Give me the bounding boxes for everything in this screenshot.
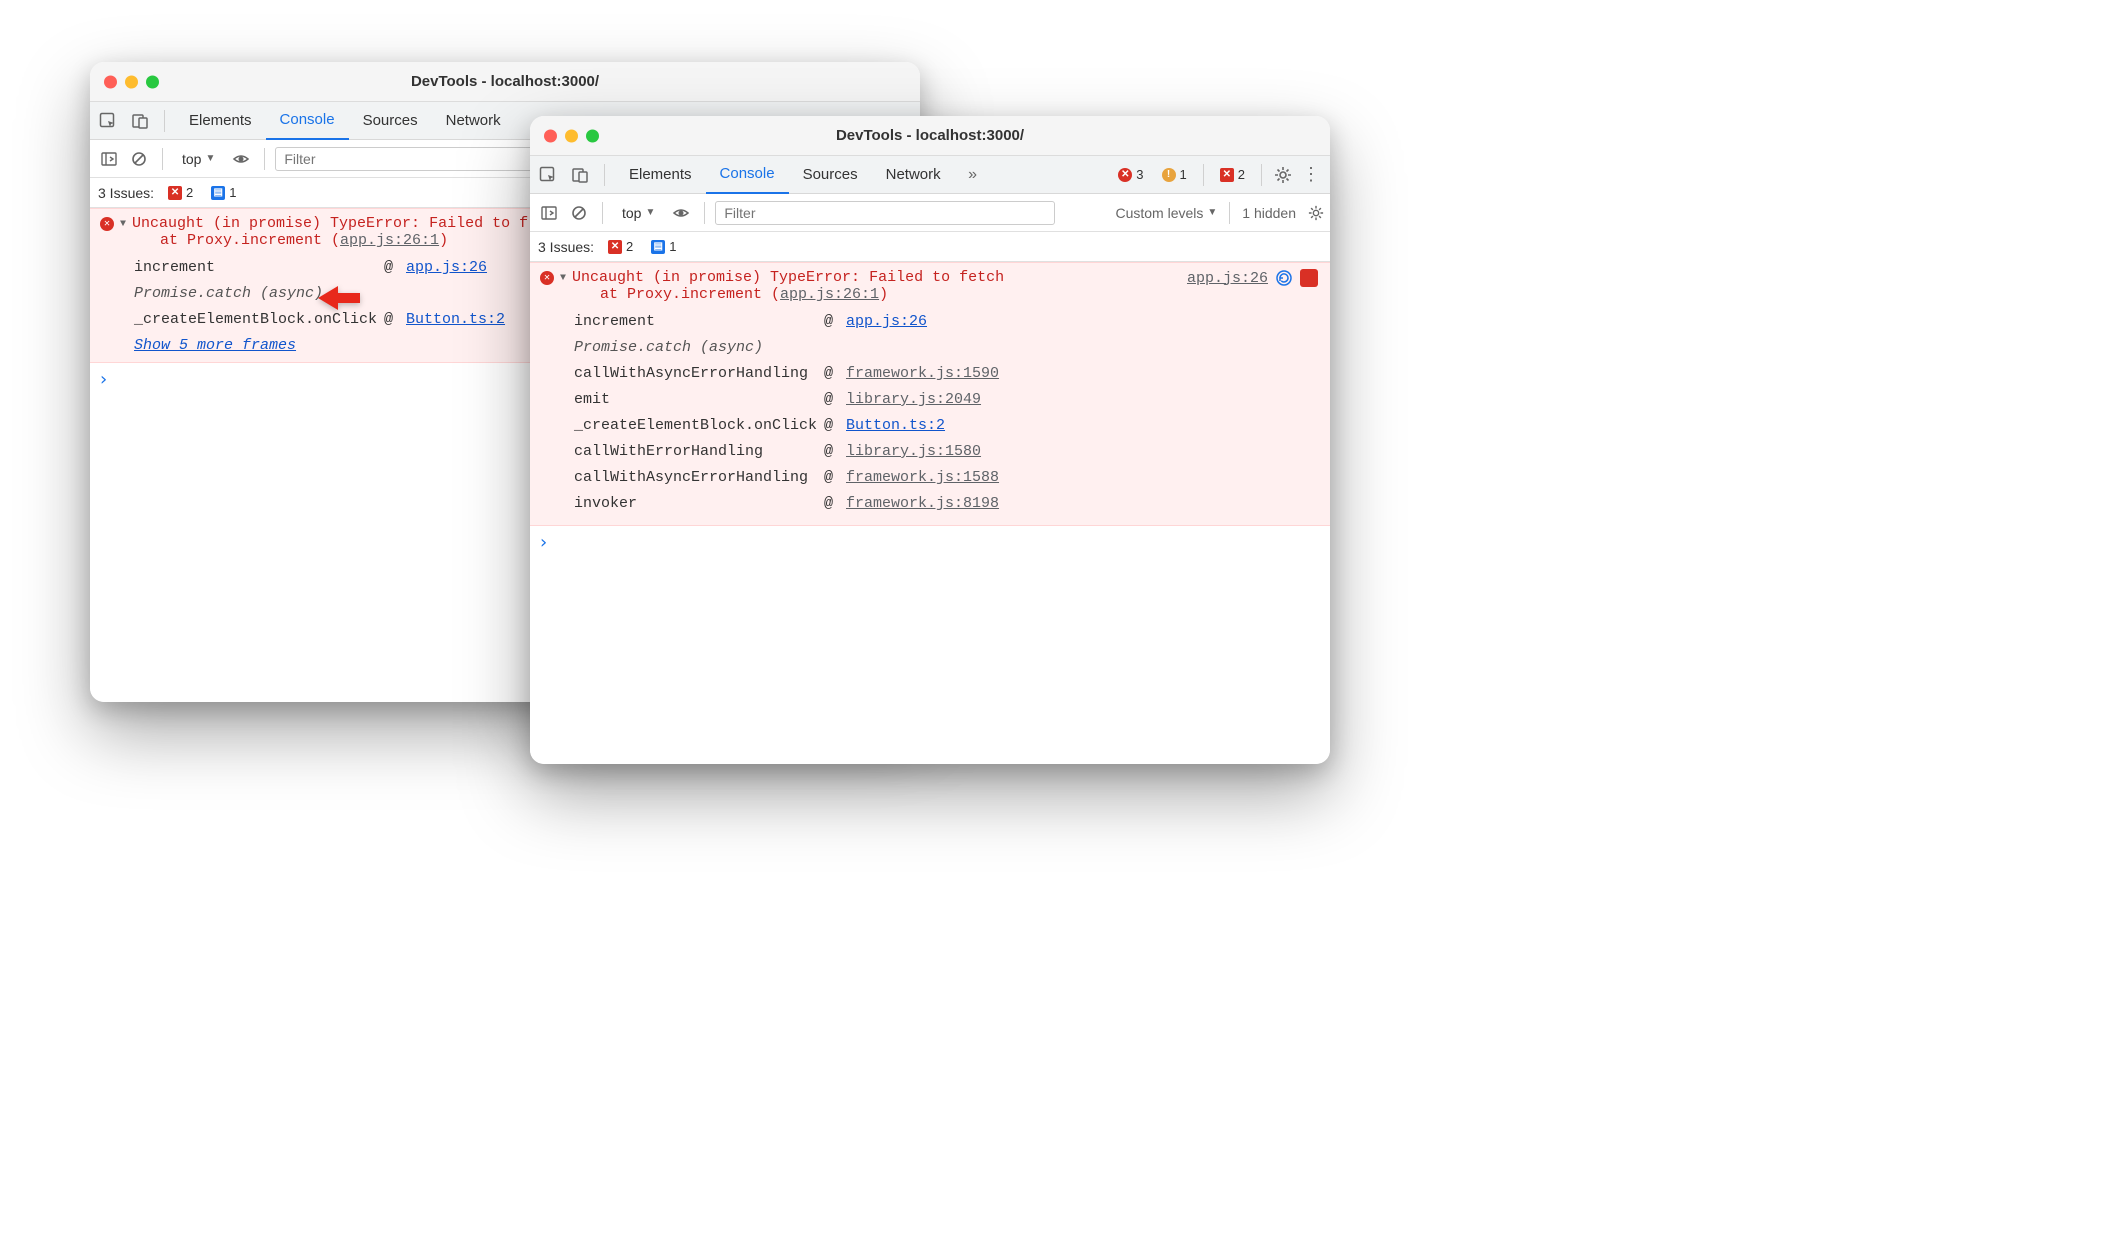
error-icon: ✕ [540,271,554,285]
stack-source-link[interactable]: framework.js:1590 [846,361,999,387]
stack-source-link[interactable]: Button.ts:2 [846,413,945,439]
error-source-link[interactable]: app.js:26:1 [780,286,879,303]
disclosure-triangle-icon[interactable]: ▼ [120,219,126,230]
issues-messages[interactable]: ▤1 [647,238,680,255]
console-sidebar-toggle-icon[interactable] [96,146,122,172]
issues-label[interactable]: 3 Issues: [538,239,594,255]
stack-async-boundary: Promise.catch (async) [574,335,1320,361]
tab-network[interactable]: Network [872,156,955,194]
chat-badge-icon[interactable] [1300,269,1318,287]
titlebar: DevTools - localhost:3000/ [530,116,1330,156]
issues-errors[interactable]: ✕2 [604,238,637,255]
chevron-down-icon: ▼ [205,153,215,164]
stack-frame: callWithAsyncErrorHandling@framework.js:… [574,361,1320,387]
error-message-line2: at Proxy.increment (app.js:26:1) [572,286,1004,303]
window-title: DevTools - localhost:3000/ [411,73,599,90]
error-source-link[interactable]: app.js:26:1 [340,232,439,249]
log-levels-selector[interactable]: Custom levels▼ [1115,205,1217,221]
stack-source-link[interactable]: framework.js:8198 [846,491,999,517]
stack-source-link[interactable]: app.js:26 [406,255,487,281]
panel-tabs: Elements Console Sources Network » ✕3 !1… [530,156,1330,194]
errors-badge[interactable]: ✕3 [1114,166,1147,183]
warnings-badge[interactable]: !1 [1158,166,1191,183]
tab-sources[interactable]: Sources [789,156,872,194]
hidden-count[interactable]: 1 hidden [1242,205,1296,221]
device-toggle-icon[interactable] [566,161,594,189]
error-message-line1: Uncaught (in promise) TypeError: Failed … [572,269,1004,286]
devtools-window-expanded: DevTools - localhost:3000/ Elements Cons… [530,116,1330,764]
error-message-line2: at Proxy.increment (app.js:26:1) [132,232,528,249]
issues-messages[interactable]: ▤1 [207,184,240,201]
tab-elements[interactable]: Elements [175,102,266,140]
issues-badge[interactable]: ✕2 [1216,166,1249,183]
stack-source-link[interactable]: app.js:26 [846,309,927,335]
stack-source-link[interactable]: Button.ts:2 [406,307,505,333]
error-message-line1: Uncaught (in promise) TypeError: Failed … [132,215,528,232]
more-tabs-icon[interactable]: » [959,161,987,189]
tab-elements[interactable]: Elements [615,156,706,194]
stack-frame: callWithAsyncErrorHandling@framework.js:… [574,465,1320,491]
live-expression-icon[interactable] [228,146,254,172]
console-toolbar: top▼ Custom levels▼ 1 hidden [530,194,1330,232]
minimize-button[interactable] [565,129,578,142]
stack-source-link[interactable]: framework.js:1588 [846,465,999,491]
stack-frame: invoker@framework.js:8198 [574,491,1320,517]
inspect-icon[interactable] [534,161,562,189]
maximize-button[interactable] [146,75,159,88]
window-title: DevTools - localhost:3000/ [836,127,1024,144]
annotation-arrow [316,282,362,314]
traffic-lights [104,75,159,88]
stack-frame: _createElementBlock.onClick@Button.ts:2 [574,413,1320,439]
kebab-menu-icon[interactable]: ⋮ [1302,164,1320,185]
tab-sources[interactable]: Sources [349,102,432,140]
issues-errors[interactable]: ✕2 [164,184,197,201]
context-selector[interactable]: top▼ [173,148,224,170]
console-error: app.js:26 ✕ ▼ Uncaught (in promise) Type… [530,262,1330,526]
tab-console[interactable]: Console [266,102,349,140]
tab-console[interactable]: Console [706,156,789,194]
clear-console-icon[interactable] [566,200,592,226]
titlebar: DevTools - localhost:3000/ [90,62,920,102]
console-sidebar-toggle-icon[interactable] [536,200,562,226]
console-body: app.js:26 ✕ ▼ Uncaught (in promise) Type… [530,262,1330,764]
chevron-down-icon: ▼ [1207,207,1217,218]
live-expression-icon[interactable] [668,200,694,226]
reload-frame-icon[interactable] [1276,270,1292,286]
issues-label[interactable]: 3 Issues: [98,185,154,201]
disclosure-triangle-icon[interactable]: ▼ [560,273,566,284]
device-toggle-icon[interactable] [126,107,154,135]
console-prompt-icon[interactable]: › [530,526,1330,553]
console-settings-gear-icon[interactable] [1308,205,1324,221]
error-icon: ✕ [100,217,114,231]
error-top-source-link[interactable]: app.js:26 [1187,270,1268,287]
stack-source-link[interactable]: library.js:2049 [846,387,981,413]
inspect-icon[interactable] [94,107,122,135]
issues-bar: 3 Issues: ✕2 ▤1 [530,232,1330,262]
chevron-down-icon: ▼ [645,207,655,218]
stack-frame: emit@library.js:2049 [574,387,1320,413]
minimize-button[interactable] [125,75,138,88]
gear-icon[interactable] [1274,166,1292,184]
show-more-frames-link[interactable]: Show 5 more frames [100,337,296,354]
stack-source-link[interactable]: library.js:1580 [846,439,981,465]
context-selector[interactable]: top▼ [613,202,664,224]
close-button[interactable] [544,129,557,142]
filter-input[interactable] [715,201,1055,225]
stack-frame: callWithErrorHandling@library.js:1580 [574,439,1320,465]
maximize-button[interactable] [586,129,599,142]
close-button[interactable] [104,75,117,88]
clear-console-icon[interactable] [126,146,152,172]
tab-network[interactable]: Network [432,102,515,140]
traffic-lights [544,129,599,142]
stack-frame: increment@app.js:26 [574,309,1320,335]
